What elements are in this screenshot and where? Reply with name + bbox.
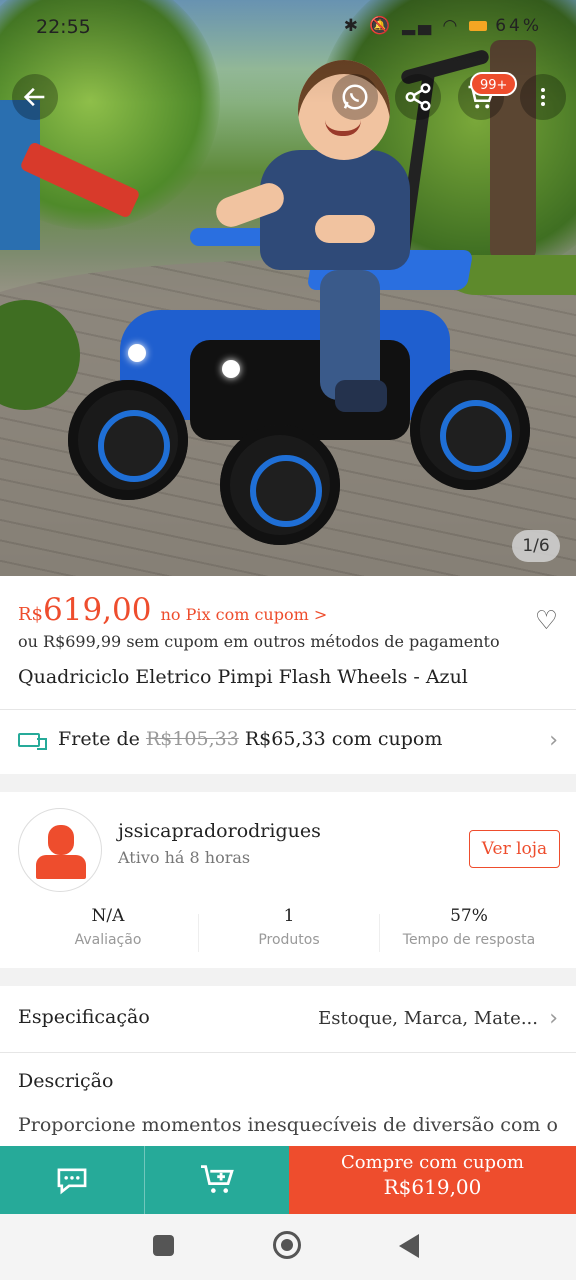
spec-label[interactable]: Especificação (18, 1006, 150, 1028)
price-currency: R$ (18, 604, 44, 625)
more-button[interactable] (520, 74, 566, 120)
mute-icon: 🔕 (369, 16, 394, 36)
avatar[interactable] (18, 808, 102, 892)
add-to-cart-button[interactable] (144, 1146, 289, 1214)
status-time: 22:55 (36, 16, 91, 38)
price-section: R$619,00 no Pix com cupom > ♡ ou R$699,9… (0, 576, 576, 774)
whatsapp-icon (342, 84, 368, 110)
stat-products: 1 Produtos (258, 906, 320, 948)
buy-with-coupon-button[interactable]: Compre com cupom R$619,00 (289, 1146, 576, 1214)
back-arrow-icon (23, 87, 45, 107)
signal-icon: ▂▄ (401, 16, 435, 36)
product-title: Quadriciclo Eletrico Pimpi Flash Wheels … (18, 666, 468, 688)
visit-shop-button[interactable]: Ver loja (469, 830, 560, 868)
stat-response: 57% Tempo de resposta (402, 906, 536, 948)
wifi-icon: ◠ (442, 16, 461, 36)
shipping-old-price: R$105,33 (145, 728, 239, 750)
chevron-right-icon[interactable]: › (549, 1006, 558, 1031)
battery-level: 64% (495, 16, 542, 36)
action-bar: Compre com cupom R$619,00 (0, 1146, 576, 1214)
chat-button[interactable] (0, 1146, 144, 1214)
status-bar: 22:55 ✱ 🔕 ▂▄ ◠ 64% (0, 0, 576, 56)
bluetooth-icon: ✱ (343, 16, 361, 36)
more-icon (541, 88, 545, 106)
back-button[interactable] (12, 74, 58, 120)
system-nav-bar (0, 1214, 576, 1280)
alt-price-text: ou R$699,99 sem cupom em outros métodos … (18, 632, 500, 651)
image-counter: 1/6 (512, 530, 560, 562)
price[interactable]: R$619,00 no Pix com cupom > (18, 592, 327, 628)
home-icon[interactable] (273, 1231, 301, 1259)
recents-icon[interactable] (153, 1235, 174, 1256)
chevron-right-icon[interactable]: › (549, 728, 558, 753)
chat-icon (57, 1168, 87, 1195)
share-icon (405, 83, 431, 111)
heart-icon[interactable]: ♡ (535, 606, 558, 636)
seller-name[interactable]: jssicapradorodrigues (118, 820, 321, 842)
back-triangle-icon[interactable] (399, 1234, 419, 1258)
seller-section: jssicapradorodrigues Ativo há 8 horas Ve… (0, 792, 576, 968)
shipping-prefix: Frete de (58, 728, 140, 750)
battery-icon (468, 21, 487, 31)
description-text: Proporcione momentos inesquecíveis de di… (18, 1114, 558, 1136)
shipping-row[interactable]: Frete de R$105,33 R$65,33 com cupom (18, 728, 442, 750)
price-value: 619,00 (43, 592, 152, 628)
whatsapp-button[interactable] (332, 74, 378, 120)
shipping-new-price: R$65,33 com cupom (244, 728, 443, 750)
spec-value[interactable]: Estoque, Marca, Mate... (318, 1008, 538, 1029)
add-to-cart-icon (201, 1165, 234, 1193)
description-label: Descrição (18, 1070, 114, 1092)
truck-icon (18, 733, 47, 750)
system-icons: ✱ 🔕 ▂▄ ◠ 64% (344, 16, 542, 36)
cart-badge: 99+ (470, 72, 518, 96)
details-section: Especificação Estoque, Marca, Mate... › … (0, 986, 576, 1146)
seller-active-status: Ativo há 8 horas (118, 848, 251, 867)
price-note[interactable]: no Pix com cupom > (161, 605, 328, 624)
stat-rating: N/A Avaliação (74, 906, 142, 948)
share-button[interactable] (395, 74, 441, 120)
